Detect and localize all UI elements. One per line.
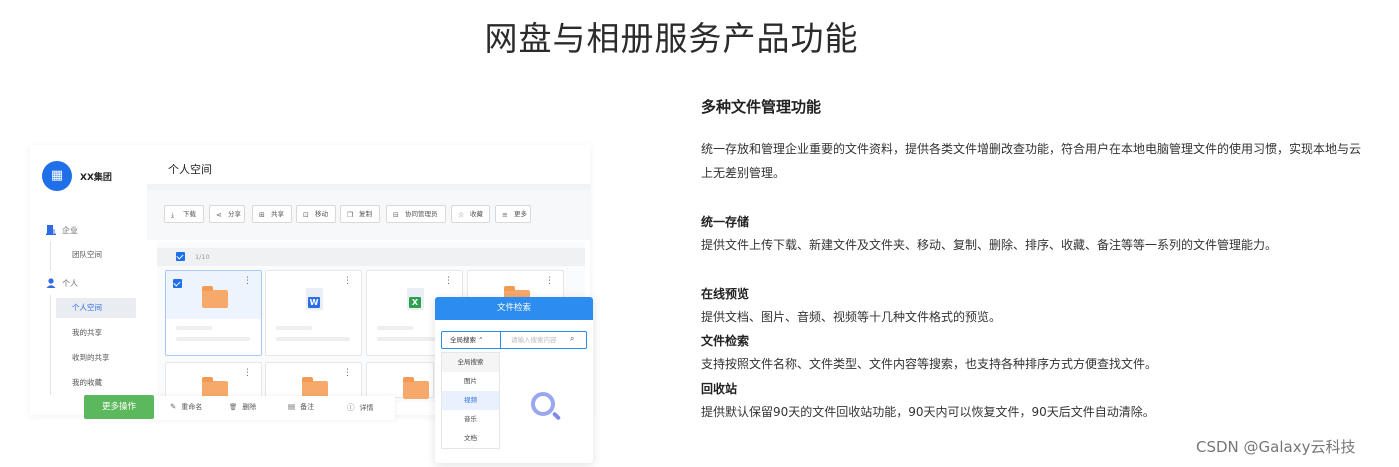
scope-option-image[interactable]: 图片 — [442, 372, 499, 391]
delete-icon: 🗑 — [229, 403, 238, 411]
main-header — [147, 145, 590, 190]
org-name: XX集团 — [80, 173, 112, 183]
collab-icon: ⊟ — [393, 211, 399, 219]
folder-icon — [202, 286, 228, 308]
action-label: 重命名 — [181, 403, 203, 411]
note-button[interactable]: ▤ 备注 — [288, 402, 314, 412]
rename-icon: ✎ — [170, 402, 177, 411]
share-button[interactable]: ⋖ 分享 — [209, 205, 245, 223]
collab-admin-button[interactable]: ⊟ 协同管理员 — [386, 205, 446, 223]
feature-text-search: 支持按照文件名称、文件类型、文件内容等搜索，也支持各种排序方式方便查找文件。 — [701, 357, 1158, 371]
feature-heading-recycle: 回收站 — [701, 382, 738, 396]
features-intro: 统一存放和管理企业重要的文件资料，提供各类文件增删改查功能，符合用户在本地电脑管… — [701, 142, 1362, 180]
toolbar-label: 下载 — [183, 210, 196, 218]
nav-group-label: 个人 — [62, 279, 78, 288]
file-card[interactable]: ⋮ — [165, 270, 262, 356]
action-label: 删除 — [242, 403, 257, 411]
action-label: 备注 — [300, 403, 315, 411]
file-card[interactable] — [366, 362, 434, 399]
feature-heading-storage: 统一存储 — [701, 215, 750, 229]
move-icon: ⊡ — [303, 211, 309, 219]
star-icon: ☆ — [458, 211, 465, 219]
card-menu-icon[interactable]: ⋮ — [545, 277, 554, 286]
scope-option-music[interactable]: 音乐 — [442, 410, 499, 429]
space-title: 个人空间 — [168, 163, 212, 176]
nav-divider — [50, 295, 51, 395]
favorite-button[interactable]: ☆ 收藏 — [451, 205, 490, 223]
more-actions-button[interactable]: 更多操作 — [84, 395, 154, 419]
toolbar-label: 分享 — [228, 210, 241, 218]
sidebar-item-team-space[interactable]: 团队空间 — [56, 245, 136, 265]
card-menu-icon[interactable]: ⋮ — [444, 277, 453, 286]
details-button[interactable]: ⓘ 详情 — [347, 402, 374, 413]
search-scope-menu: 全局搜索 图片 视频 音乐 文档 — [441, 352, 500, 449]
toolbar-label: 协同管理员 — [405, 210, 438, 218]
user-icon — [46, 278, 56, 288]
scope-option-document[interactable]: 文档 — [442, 429, 499, 448]
toolbar-label: 更多 — [514, 210, 527, 218]
org-logo-icon: ▦ — [42, 161, 72, 191]
watermark: CSDN @Galaxy云科技 — [1196, 438, 1356, 456]
magnifier-illustration-icon — [531, 392, 555, 416]
feature-text-preview: 提供文档、图片、音频、视频等十几种文件格式的预览。 — [701, 310, 1002, 324]
building-icon — [46, 225, 56, 235]
toolbar-label: 复制 — [359, 210, 372, 218]
selection-count: 1/10 — [195, 253, 210, 261]
more-button[interactable]: ≡ 更多 — [495, 205, 531, 223]
sidebar-item-received-shares[interactable]: 收到的共享 — [56, 348, 136, 368]
sidebar-item-personal-space[interactable]: 个人空间 — [56, 298, 136, 318]
card-menu-icon[interactable]: ⋮ — [343, 369, 352, 378]
copy-button[interactable]: ❐ 复制 — [340, 205, 380, 223]
feature-heading-preview: 在线预览 — [701, 287, 750, 301]
download-button[interactable]: ⤓ 下载 — [164, 205, 204, 223]
toolbar-label: 移动 — [315, 210, 328, 218]
share-icon: ⋖ — [216, 211, 222, 219]
download-icon: ⤓ — [171, 211, 175, 219]
file-search-popup: 文件检索 全局搜索 ⌃ 请输入搜索内容 ⌕ 全局搜索 图片 视频 音乐 文档 — [435, 297, 593, 463]
file-checkbox[interactable] — [173, 279, 182, 288]
card-menu-icon[interactable]: ⋮ — [243, 277, 252, 286]
card-menu-icon[interactable]: ⋮ — [243, 369, 252, 378]
rename-button[interactable]: ✎ 重命名 — [170, 402, 202, 412]
nav-group-label: 企业 — [62, 226, 78, 235]
copy-icon: ❐ — [347, 211, 354, 219]
excel-file-icon: X — [407, 288, 424, 310]
action-label: 详情 — [359, 404, 374, 412]
info-icon: ⓘ — [347, 403, 355, 412]
delete-button[interactable]: 🗑 删除 — [229, 402, 256, 412]
note-icon: ▤ — [288, 402, 296, 411]
sidebar: ▦ XX集团 企业 团队空间 个人 个人空间 我的共享 收到的共享 我的收藏 — [30, 145, 142, 407]
word-file-letter: W — [308, 297, 320, 308]
card-menu-icon[interactable]: ⋮ — [343, 277, 352, 286]
search-scope-dropdown[interactable]: 全局搜索 ⌃ — [441, 331, 500, 349]
file-card[interactable]: ⋮ — [265, 362, 362, 399]
popup-title: 文件检索 — [435, 297, 593, 320]
toolbar-label: 共享 — [271, 210, 284, 218]
scope-option-video[interactable]: 视频 — [442, 391, 499, 410]
move-button[interactable]: ⊡ 移动 — [296, 205, 336, 223]
sidebar-item-my-favorites[interactable]: 我的收藏 — [56, 373, 136, 393]
page-title: 网盘与相册服务产品功能 — [484, 19, 859, 58]
file-card[interactable]: ⋮ — [165, 362, 262, 399]
select-all-checkbox[interactable] — [176, 252, 185, 261]
folder-icon — [403, 377, 429, 399]
file-card[interactable]: ⋮ W — [265, 270, 362, 356]
feature-heading-search: 文件检索 — [701, 334, 750, 348]
feature-text-storage: 提供文件上传下载、新建文件及文件夹、移动、复制、删除、排序、收藏、备注等等一系列… — [701, 238, 1278, 252]
search-icon[interactable]: ⌕ — [570, 334, 574, 344]
feature-text-recycle: 提供默认保留90天的文件回收站功能，90天内可以恢复文件，90天后文件自动清除。 — [701, 405, 1155, 419]
more-icon: ≡ — [502, 211, 508, 219]
nav-divider — [50, 241, 51, 271]
features-title: 多种文件管理功能 — [701, 98, 822, 116]
toolbar-label: 收藏 — [470, 210, 483, 218]
nav-group-enterprise[interactable]: 企业 — [46, 225, 78, 236]
nav-group-personal[interactable]: 个人 — [46, 278, 78, 289]
word-file-icon: W — [306, 288, 323, 310]
share-folder-button[interactable]: ⊞ 共享 — [252, 205, 292, 223]
selection-bar — [157, 248, 585, 266]
excel-file-letter: X — [409, 297, 421, 308]
sidebar-item-my-shares[interactable]: 我的共享 — [56, 323, 136, 343]
share-folder-icon: ⊞ — [259, 211, 265, 219]
scope-option-global[interactable]: 全局搜索 — [442, 353, 499, 372]
